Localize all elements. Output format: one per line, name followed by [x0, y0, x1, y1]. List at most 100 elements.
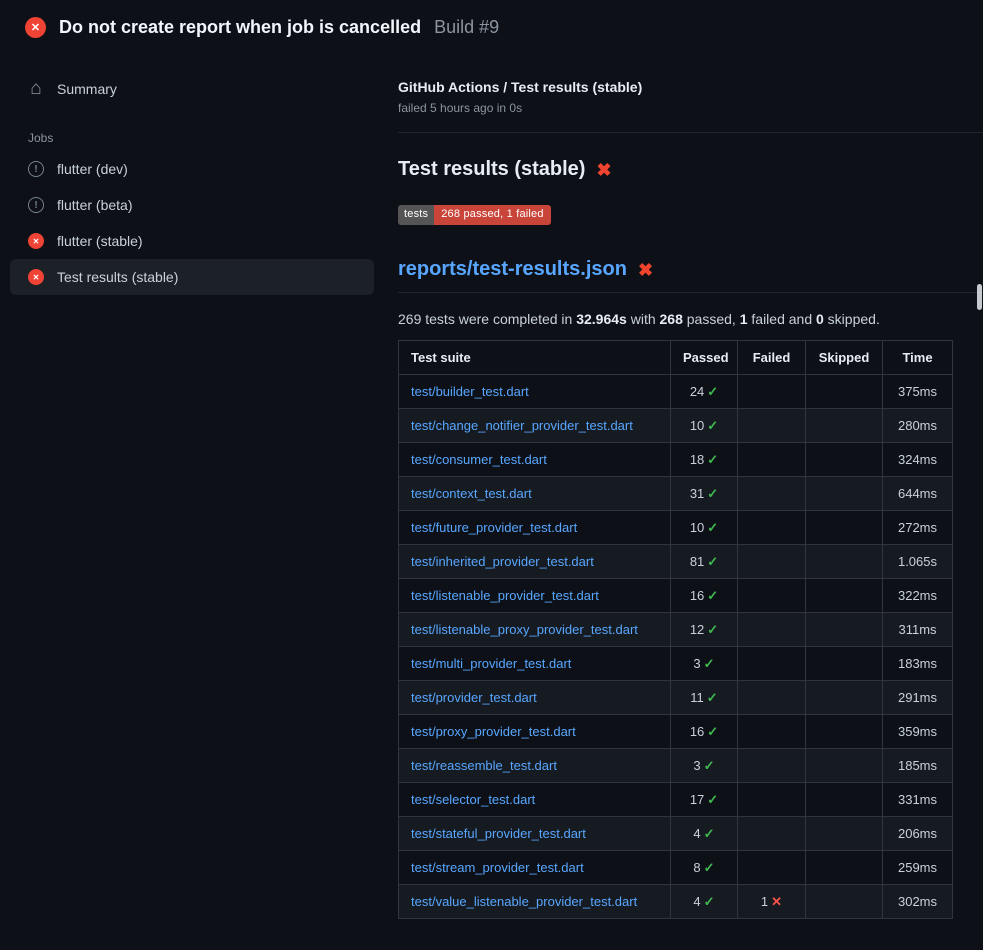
passed-cell: 17✓	[671, 783, 738, 817]
failed-cell	[738, 511, 806, 545]
skipped-cell	[806, 851, 883, 885]
table-row: test/future_provider_test.dart10✓272ms	[399, 511, 953, 545]
passed-cell: 8✓	[671, 851, 738, 885]
table-row: test/selector_test.dart17✓331ms	[399, 783, 953, 817]
suite-cell: test/value_listenable_provider_test.dart	[399, 885, 671, 919]
failed-cell	[738, 579, 806, 613]
passed-cell: 24✓	[671, 375, 738, 409]
suite-link[interactable]: test/inherited_provider_test.dart	[411, 554, 594, 569]
count-value: 17	[690, 792, 704, 807]
sidebar-item-flutter-beta[interactable]: ! flutter (beta)	[10, 187, 374, 223]
home-icon: ⌂	[28, 81, 44, 97]
failed-cell	[738, 375, 806, 409]
check-icon: ✓	[704, 758, 715, 773]
suite-link[interactable]: test/provider_test.dart	[411, 690, 537, 705]
failed-cell	[738, 783, 806, 817]
failed-x-icon: ✖	[638, 261, 653, 279]
check-icon: ✓	[704, 860, 715, 875]
table-row: test/proxy_provider_test.dart16✓359ms	[399, 715, 953, 749]
table-row: test/multi_provider_test.dart3✓183ms	[399, 647, 953, 681]
suite-link[interactable]: test/listenable_provider_test.dart	[411, 588, 599, 603]
results-table-body: test/builder_test.dart24✓375mstest/chang…	[399, 375, 953, 919]
suite-cell: test/change_notifier_provider_test.dart	[399, 409, 671, 443]
time-cell: 291ms	[883, 681, 953, 715]
skipped-cell	[806, 443, 883, 477]
suite-cell: test/selector_test.dart	[399, 783, 671, 817]
count-value: 10	[690, 520, 704, 535]
report-file-link[interactable]: reports/test-results.json	[398, 258, 627, 281]
run-title: Do not create report when job is cancell…	[59, 17, 421, 38]
suite-link[interactable]: test/listenable_proxy_provider_test.dart	[411, 622, 638, 637]
table-row: test/reassemble_test.dart3✓185ms	[399, 749, 953, 783]
summary-failed-count: 1	[740, 311, 748, 327]
sidebar-item-summary[interactable]: ⌂ Summary	[10, 71, 374, 107]
suite-link[interactable]: test/selector_test.dart	[411, 792, 535, 807]
table-row: test/consumer_test.dart 18✓ 324ms	[399, 443, 953, 477]
passed-cell: 10✓	[671, 511, 738, 545]
suite-link[interactable]: test/consumer_test.dart	[411, 452, 547, 467]
col-header-failed: Failed	[738, 341, 806, 375]
suite-link[interactable]: test/context_test.dart	[411, 486, 532, 501]
suite-link[interactable]: test/multi_provider_test.dart	[411, 656, 571, 671]
summary-label: Summary	[57, 81, 117, 97]
skipped-cell	[806, 375, 883, 409]
x-circle-icon: ✕	[28, 269, 44, 285]
failed-cell	[738, 545, 806, 579]
sidebar-item-flutter-dev[interactable]: ! flutter (dev)	[10, 151, 374, 187]
run-meta: failed 5 hours ago in 0s	[398, 101, 983, 115]
passed-cell: 18✓	[671, 443, 738, 477]
exclamation-circle-icon: !	[28, 161, 44, 177]
passed-cell: 12✓	[671, 613, 738, 647]
failed-x-icon: ✖	[596, 161, 611, 179]
count-value: 10	[690, 418, 704, 433]
col-header-test-suite: Test suite	[399, 341, 671, 375]
failed-cell	[738, 681, 806, 715]
job-label: flutter (stable)	[57, 233, 143, 249]
time-cell: 644ms	[883, 477, 953, 511]
sidebar-item-flutter-stable[interactable]: ✕ flutter (stable)	[10, 223, 374, 259]
failed-cell	[738, 851, 806, 885]
suite-link[interactable]: test/proxy_provider_test.dart	[411, 724, 576, 739]
time-cell: 324ms	[883, 443, 953, 477]
summary-text: 269 tests were completed in	[398, 311, 576, 327]
suite-cell: test/consumer_test.dart	[399, 443, 671, 477]
suite-cell: test/listenable_provider_test.dart	[399, 579, 671, 613]
check-icon: ✓	[707, 554, 718, 569]
suite-link[interactable]: test/builder_test.dart	[411, 384, 529, 399]
breadcrumb: GitHub Actions / Test results (stable)	[398, 79, 983, 95]
count-value: 81	[690, 554, 704, 569]
col-header-passed: Passed	[671, 341, 738, 375]
suite-cell: test/future_provider_test.dart	[399, 511, 671, 545]
failed-cell: 1✕	[738, 885, 806, 919]
passed-cell: 4✓	[671, 885, 738, 919]
check-icon: ✓	[704, 894, 715, 909]
summary-text: passed,	[683, 311, 740, 327]
failed-cell	[738, 817, 806, 851]
suite-link[interactable]: test/stateful_provider_test.dart	[411, 826, 586, 841]
suite-link[interactable]: test/change_notifier_provider_test.dart	[411, 418, 633, 433]
time-cell: 280ms	[883, 409, 953, 443]
suite-link[interactable]: test/stream_provider_test.dart	[411, 860, 584, 875]
main-content: GitHub Actions / Test results (stable) f…	[398, 51, 983, 919]
table-row: test/provider_test.dart11✓291ms	[399, 681, 953, 715]
time-cell: 311ms	[883, 613, 953, 647]
time-cell: 322ms	[883, 579, 953, 613]
table-row: test/inherited_provider_test.dart 81✓ 1.06…	[399, 545, 953, 579]
col-header-time: Time	[883, 341, 953, 375]
check-icon: ✓	[707, 792, 718, 807]
count-value: 3	[693, 656, 700, 671]
badge-label: tests	[398, 205, 434, 225]
check-icon: ✓	[707, 520, 718, 535]
skipped-cell	[806, 647, 883, 681]
time-cell: 1.065s	[883, 545, 953, 579]
failed-cell	[738, 477, 806, 511]
run-header: ✕ Do not create report when job is cance…	[0, 0, 983, 51]
check-icon: ✓	[707, 486, 718, 501]
suite-link[interactable]: test/future_provider_test.dart	[411, 520, 577, 535]
sidebar-item-test-results-stable[interactable]: ✕ Test results (stable)	[10, 259, 374, 295]
check-icon: ✓	[707, 384, 718, 399]
suite-link[interactable]: test/value_listenable_provider_test.dart	[411, 894, 637, 909]
scrollbar-thumb[interactable]	[977, 284, 982, 310]
suite-cell: test/context_test.dart	[399, 477, 671, 511]
suite-link[interactable]: test/reassemble_test.dart	[411, 758, 557, 773]
